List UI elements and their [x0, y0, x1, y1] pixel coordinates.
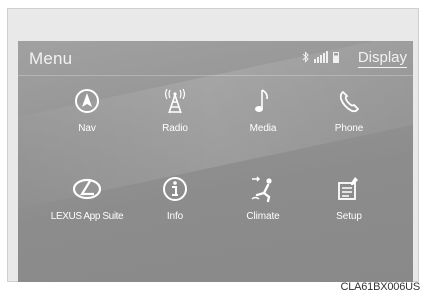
tile-label: Climate	[246, 211, 280, 222]
tile-info[interactable]: Info	[130, 171, 220, 251]
tile-nav[interactable]: Nav	[42, 83, 132, 163]
tile-phone[interactable]: Phone	[304, 83, 394, 163]
phone-icon	[335, 87, 363, 115]
signal-icon	[314, 51, 328, 63]
tile-climate[interactable]: Climate	[218, 171, 308, 251]
tile-setup[interactable]: Setup	[304, 171, 394, 251]
tile-label: Radio	[162, 123, 188, 134]
seat-climate-icon	[249, 175, 277, 203]
music-note-icon	[249, 87, 277, 115]
tile-label: LEXUS App Suite	[50, 211, 124, 222]
status-bar	[302, 51, 339, 63]
tile-label: Media	[249, 123, 277, 134]
tile-label: Info	[166, 211, 184, 222]
tile-label: Phone	[334, 123, 364, 134]
display-button[interactable]: Display	[357, 49, 407, 68]
navigation-icon	[73, 87, 101, 115]
tile-media[interactable]: Media	[218, 83, 308, 163]
page-title: Menu	[29, 49, 73, 68]
tile-label: Setup	[336, 211, 362, 222]
menu-screen: Menu Display Nav Radio Media Phone LEXUS…	[18, 41, 413, 282]
radio-tower-icon	[161, 87, 189, 115]
menu-header: Menu Display	[18, 41, 413, 76]
tile-label: Nav	[78, 123, 96, 134]
tile-radio[interactable]: Radio	[130, 83, 220, 163]
bluetooth-icon	[302, 51, 309, 63]
info-icon	[161, 175, 189, 203]
battery-icon	[333, 52, 339, 63]
lexus-logo-icon	[72, 175, 102, 203]
tile-lexus-app-suite[interactable]: LEXUS App Suite	[42, 171, 132, 251]
figure-caption: CLA61BX006US	[340, 281, 420, 293]
setup-icon	[335, 175, 363, 203]
